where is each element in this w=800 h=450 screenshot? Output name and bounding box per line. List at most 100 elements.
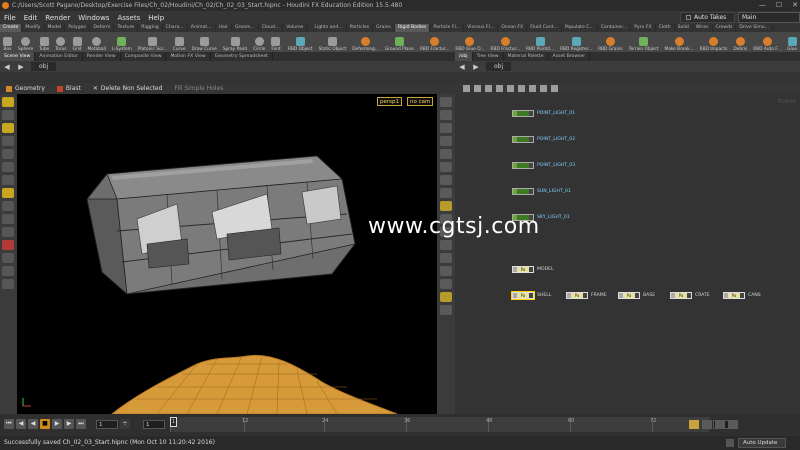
shelf-tab[interactable]: Crowds	[713, 24, 737, 32]
shape-icon[interactable]	[540, 85, 547, 92]
stats-icon[interactable]	[440, 253, 452, 263]
tab-motion-fx-view[interactable]: Motion FX View	[166, 52, 211, 61]
menu-file[interactable]: File	[0, 14, 20, 22]
frame-stepper-icon[interactable]: ÷	[120, 419, 130, 429]
minimize-button[interactable]: —	[759, 0, 766, 11]
terrain-object-tool[interactable]: Terrain Object	[626, 32, 662, 52]
curve-tool[interactable]: Curve	[170, 32, 189, 52]
camera-select-menu[interactable]: no cam	[407, 97, 434, 106]
rbd-grains-tool[interactable]: RBD Grains	[595, 32, 626, 52]
menu-windows[interactable]: Windows	[74, 14, 113, 22]
rbd-pointd-tool[interactable]: RBD Pointd...	[523, 32, 557, 52]
keyframe-icon[interactable]	[689, 420, 699, 429]
fill-simple-holes-button[interactable]: Fill Simple Holes	[168, 85, 229, 92]
shelf-tab[interactable]: Pyro FX	[631, 24, 656, 32]
camera-tool-icon[interactable]	[2, 162, 14, 172]
tab-obj[interactable]: /obj	[455, 52, 473, 61]
edges-mode-icon[interactable]	[2, 214, 14, 224]
torus-tool[interactable]: Torus	[52, 32, 69, 52]
camera-view-icon[interactable]	[440, 305, 452, 315]
timeline-strip[interactable]: 1 12 24 36 48 60 72	[170, 417, 710, 432]
path-crumb[interactable]: obj	[486, 62, 512, 71]
shelf-tab[interactable]: Container...	[598, 24, 632, 32]
debris-tool[interactable]: Debris	[730, 32, 750, 52]
realtime-icon[interactable]	[702, 420, 712, 429]
shelf-tab[interactable]: Drive Simu...	[736, 24, 774, 32]
stop-icon[interactable]: ■	[40, 419, 50, 429]
background-icon[interactable]	[440, 292, 452, 302]
jump-end-icon[interactable]: ⏭	[76, 419, 86, 429]
shelf-tab[interactable]: Deform	[90, 24, 115, 32]
shelf-tab[interactable]: Fluid Cont...	[527, 24, 562, 32]
shelf-tab[interactable]: Rigid Bodies	[394, 24, 431, 32]
model-node[interactable]: Pa MODEL	[512, 266, 554, 273]
blast-button[interactable]: Blast	[51, 85, 87, 92]
shading-icon[interactable]	[440, 123, 452, 133]
deforming-tool[interactable]: Deforming...	[349, 32, 382, 52]
shelf-tab[interactable]: Create	[0, 24, 23, 32]
spray-paint-tool[interactable]: Spray Paint	[220, 32, 250, 52]
shelf-tab[interactable]: Ocean FX	[498, 24, 528, 32]
sphere-tool[interactable]: Sphere	[15, 32, 36, 52]
play-reverse-icon[interactable]: ◀	[28, 419, 38, 429]
view-tool-icon[interactable]	[2, 149, 14, 159]
camera-menu[interactable]: persp1	[377, 97, 402, 106]
shelf-tab[interactable]: Cloud...	[259, 24, 284, 32]
tab-render-view[interactable]: Render View	[83, 52, 121, 61]
shelf-tab[interactable]: Wires	[693, 24, 713, 32]
tab-tree-view[interactable]: Tree View	[473, 52, 504, 61]
menu-assets[interactable]: Assets	[113, 14, 144, 22]
magnet-icon[interactable]	[2, 240, 14, 250]
step-forward-icon[interactable]: ▶	[64, 419, 74, 429]
home-icon[interactable]	[440, 201, 452, 211]
scene-viewport[interactable]: persp1 no cam	[17, 94, 437, 414]
wireframe-icon[interactable]	[440, 136, 452, 146]
delete-non-selected-button[interactable]: ✕ Delete Non Selected	[87, 85, 169, 92]
ghost-icon[interactable]	[440, 188, 452, 198]
current-frame-marker[interactable]: 1	[170, 417, 177, 427]
metaball-tool[interactable]: Metaball	[85, 32, 109, 52]
auto-takes-toggle[interactable]: Auto Takes	[680, 12, 735, 23]
grid-tool[interactable]: Grid	[69, 32, 84, 52]
snap-tool-icon[interactable]	[2, 175, 14, 185]
shelf-tab[interactable]: Texture	[114, 24, 139, 32]
static-object-tool[interactable]: Static Object	[316, 32, 350, 52]
note-icon[interactable]	[518, 85, 525, 92]
tab-asset-browser[interactable]: Asset Browser	[549, 52, 591, 61]
back-arrow-icon[interactable]: ◀	[455, 63, 469, 71]
points-mode-icon[interactable]	[2, 201, 14, 211]
rbd-impacts-tool[interactable]: RBD Impacts	[697, 32, 731, 52]
tab-composite-view[interactable]: Composite View	[121, 52, 167, 61]
path-crumb[interactable]: obj	[31, 62, 57, 71]
tab-geometry-spreadsheet[interactable]: Geometry Spreadsheet	[211, 52, 273, 61]
shelf-tab[interactable]: Model	[45, 24, 66, 32]
forward-arrow-icon[interactable]: ▶	[14, 63, 28, 71]
grid-snap-icon[interactable]	[2, 253, 14, 263]
tube-tool[interactable]: Tube	[36, 32, 52, 52]
tree-icon[interactable]	[496, 85, 503, 92]
light-node[interactable]: POINT_LIGHT_02	[512, 136, 575, 143]
shelf-tab[interactable]: Modify	[22, 24, 45, 32]
light-node[interactable]: SUN_LIGHT_01	[512, 188, 571, 195]
color-icon[interactable]	[529, 85, 536, 92]
secure-selection-icon[interactable]	[2, 266, 14, 276]
display-icon[interactable]	[551, 85, 558, 92]
handle-tool-icon[interactable]	[2, 123, 14, 133]
glue-tool[interactable]: Glue	[784, 32, 800, 52]
shelf-tab[interactable]: Viscous Fl...	[464, 24, 499, 32]
shelf-tab[interactable]: Volume	[283, 24, 308, 32]
select-tool-icon[interactable]	[2, 97, 14, 107]
shelf-tab[interactable]: Solid	[675, 24, 693, 32]
shelf-tab[interactable]: Rigging	[138, 24, 163, 32]
move-tool-icon[interactable]	[2, 110, 14, 120]
rbd-glue-tool[interactable]: RBD Glue O...	[452, 32, 487, 52]
tab-material-palette[interactable]: Material Palette	[504, 52, 549, 61]
auto-update-select[interactable]: Auto Update	[738, 438, 786, 448]
forward-arrow-icon[interactable]: ▶	[469, 63, 483, 71]
light-node[interactable]: POINT_LIGHT_03	[512, 162, 575, 169]
lighting-icon[interactable]	[440, 110, 452, 120]
geo-node-frame[interactable]: Pa FRAME	[566, 292, 607, 299]
platonic-tool[interactable]: Platonic Sol...	[135, 32, 170, 52]
play-icon[interactable]: ▶	[52, 419, 62, 429]
step-back-icon[interactable]: ◀	[16, 419, 26, 429]
